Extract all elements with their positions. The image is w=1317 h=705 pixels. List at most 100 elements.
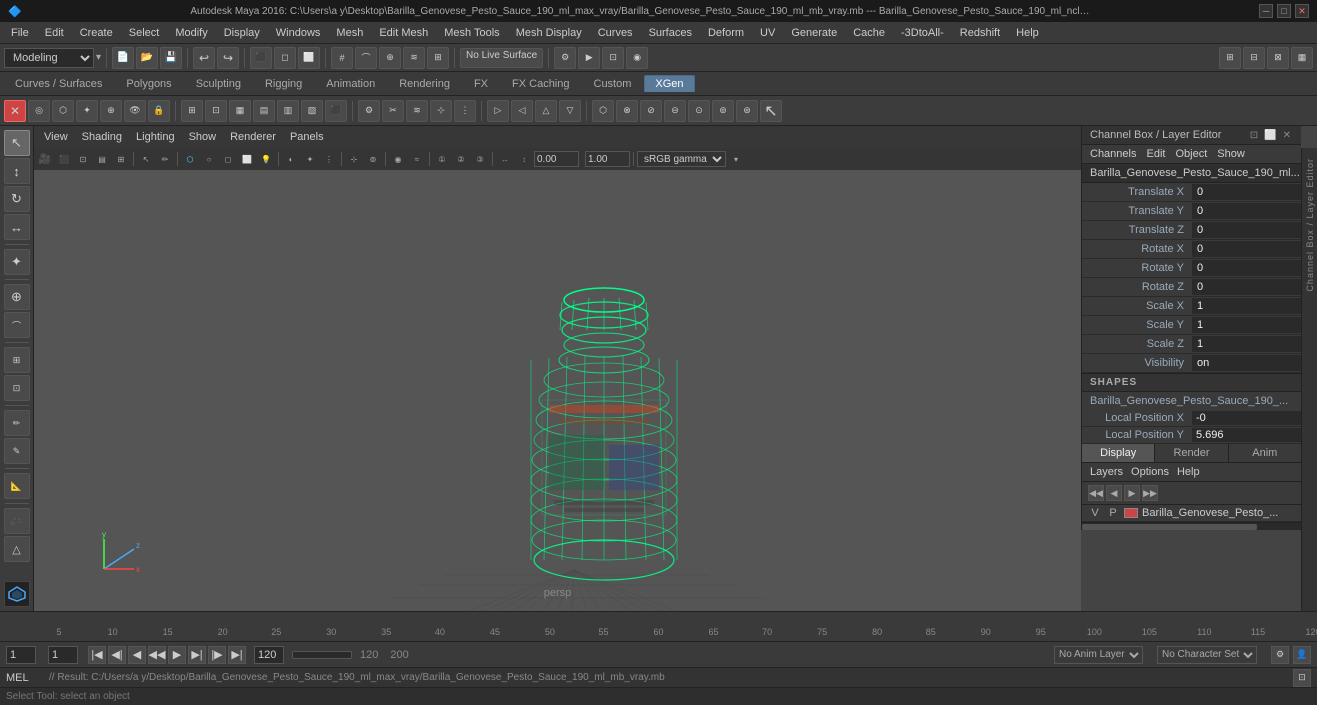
layer-icon-next-next[interactable]: ▶▶ bbox=[1142, 485, 1158, 501]
tool-icon-3[interactable]: ⬡ bbox=[52, 100, 74, 122]
tool-icon-17[interactable]: ≋ bbox=[406, 100, 428, 122]
paint-tool[interactable]: ✏ bbox=[4, 410, 30, 436]
layer-playback[interactable]: P bbox=[1106, 507, 1120, 519]
vp-menu-renderer[interactable]: Renderer bbox=[224, 130, 282, 144]
panel-ctrl-close[interactable]: ✕ bbox=[1281, 130, 1293, 141]
paint-select-button[interactable]: ⬜ bbox=[298, 47, 320, 69]
move-tool[interactable]: ↕ bbox=[4, 158, 30, 184]
ch-val-scalex[interactable]: 1 bbox=[1192, 298, 1301, 314]
layers-menu-help[interactable]: Help bbox=[1177, 466, 1200, 478]
tab-xgen[interactable]: XGen bbox=[644, 75, 694, 92]
snap-surface-button[interactable]: ≋ bbox=[403, 47, 425, 69]
ipr-button[interactable]: ◉ bbox=[626, 47, 648, 69]
snap-view-button[interactable]: ⊞ bbox=[427, 47, 449, 69]
ch-val-translatex[interactable]: 0 bbox=[1192, 184, 1301, 200]
panel-scrollbar-thumb[interactable] bbox=[1082, 524, 1257, 530]
ch-val-rotatez[interactable]: 0 bbox=[1192, 279, 1301, 295]
ch-menu-show[interactable]: Show bbox=[1217, 148, 1245, 160]
ui-layout-button-4[interactable]: ▦ bbox=[1291, 47, 1313, 69]
tab-sculpting[interactable]: Sculpting bbox=[185, 75, 252, 92]
tool-icon-9[interactable]: ⊡ bbox=[205, 100, 227, 122]
vp-hud-btn[interactable]: ⊚ bbox=[364, 150, 382, 168]
tool-icon-4[interactable]: ✦ bbox=[76, 100, 98, 122]
dra-tab-anim[interactable]: Anim bbox=[1229, 444, 1301, 462]
rotate-tool[interactable]: ↻ bbox=[4, 186, 30, 212]
menu-redshift[interactable]: Redshift bbox=[953, 25, 1007, 41]
script-mode-label[interactable]: MEL bbox=[6, 672, 41, 684]
tool-icon-6[interactable]: 👁 bbox=[124, 100, 146, 122]
menu-curves[interactable]: Curves bbox=[591, 25, 640, 41]
tool-icon-30[interactable]: ⊛ bbox=[736, 100, 758, 122]
menu-display[interactable]: Display bbox=[217, 25, 267, 41]
vp-shadow-btn[interactable]: ◐ bbox=[282, 150, 300, 168]
frame-end-input[interactable] bbox=[254, 646, 284, 664]
anim-layer-select[interactable]: No Anim Layer bbox=[1054, 646, 1143, 664]
ui-layout-button-3[interactable]: ⊠ bbox=[1267, 47, 1289, 69]
ch-val-translatey[interactable]: 0 bbox=[1192, 203, 1301, 219]
tool-icon-5[interactable]: ⊕ bbox=[100, 100, 122, 122]
select-tool[interactable]: ↖ bbox=[4, 130, 30, 156]
panel-ctrl-maximize[interactable]: ⬜ bbox=[1262, 130, 1278, 141]
render-button[interactable]: ▶ bbox=[578, 47, 600, 69]
ch-val-rotatey[interactable]: 0 bbox=[1192, 260, 1301, 276]
prev-frame-button[interactable]: ◀ bbox=[128, 646, 146, 664]
tab-animation[interactable]: Animation bbox=[315, 75, 386, 92]
lasso-select-button[interactable]: ◻ bbox=[274, 47, 296, 69]
tool-icon-7[interactable]: 🔒 bbox=[148, 100, 170, 122]
ui-layout-button-2[interactable]: ⊟ bbox=[1243, 47, 1265, 69]
annotate-tool[interactable]: ✎ bbox=[4, 438, 30, 464]
tool-icon-14[interactable]: ⬛ bbox=[325, 100, 347, 122]
vp-light-btn[interactable]: 💡 bbox=[257, 150, 275, 168]
vp-tb-safe[interactable]: ⊞ bbox=[112, 150, 130, 168]
menu-deform[interactable]: Deform bbox=[701, 25, 751, 41]
tool-icon-11[interactable]: ▤ bbox=[253, 100, 275, 122]
vp-tb-paint[interactable]: ✏ bbox=[156, 150, 174, 168]
viewport[interactable]: View Shading Lighting Show Renderer Pane… bbox=[34, 126, 1081, 611]
vp-menu-view[interactable]: View bbox=[38, 130, 74, 144]
tab-rigging[interactable]: Rigging bbox=[254, 75, 313, 92]
tool-icon-21[interactable]: ◁ bbox=[511, 100, 533, 122]
vp-menu-lighting[interactable]: Lighting bbox=[130, 130, 181, 144]
vp-isolate[interactable]: ◉ bbox=[389, 150, 407, 168]
step-back-button[interactable]: ◀| bbox=[108, 646, 126, 664]
live-surface-button[interactable]: No Live Surface bbox=[460, 48, 543, 68]
tab-curves-surfaces[interactable]: Curves / Surfaces bbox=[4, 75, 113, 92]
ch-val-rotatex[interactable]: 0 bbox=[1192, 241, 1301, 257]
play-forward-button[interactable]: ▶ bbox=[168, 646, 186, 664]
vp-xray-btn[interactable]: ✦ bbox=[301, 150, 319, 168]
ch-val-translatez[interactable]: 0 bbox=[1192, 222, 1301, 238]
menu-windows[interactable]: Windows bbox=[269, 25, 328, 41]
menu-generate[interactable]: Generate bbox=[784, 25, 844, 41]
tool-icon-27[interactable]: ⊖ bbox=[664, 100, 686, 122]
vp-wireframe-btn[interactable]: ⬡ bbox=[181, 150, 199, 168]
layers-menu-layers[interactable]: Layers bbox=[1090, 466, 1123, 478]
undo-button[interactable]: ↩ bbox=[193, 47, 215, 69]
tab-custom[interactable]: Custom bbox=[583, 75, 643, 92]
channel-scrollable[interactable]: Translate X 0 Translate Y 0 Translate Z … bbox=[1082, 183, 1301, 444]
vp-tb-select[interactable]: ↖ bbox=[137, 150, 155, 168]
local-pos-val-x[interactable]: -0 bbox=[1192, 411, 1301, 425]
frame-start-input[interactable] bbox=[48, 646, 78, 664]
show-manip[interactable]: △ bbox=[4, 536, 30, 562]
layer-visibility[interactable]: V bbox=[1088, 507, 1102, 519]
tool-icon-15[interactable]: ⚙ bbox=[358, 100, 380, 122]
vp-menu-panels[interactable]: Panels bbox=[284, 130, 330, 144]
render-settings-button[interactable]: ⚙ bbox=[554, 47, 576, 69]
character-set-select[interactable]: No Character Set bbox=[1157, 646, 1257, 664]
select-mode-button[interactable]: ⬛ bbox=[250, 47, 272, 69]
vp-aa[interactable]: ≈ bbox=[408, 150, 426, 168]
attr-tab-label[interactable]: Channel Box / Layer Editor bbox=[1303, 152, 1317, 298]
render-region-button[interactable]: ⊡ bbox=[602, 47, 624, 69]
vp-res1[interactable]: ① bbox=[433, 150, 451, 168]
vp-tb-film[interactable]: ⬛ bbox=[55, 150, 73, 168]
menu-edit-mesh[interactable]: Edit Mesh bbox=[372, 25, 435, 41]
dra-tab-render[interactable]: Render bbox=[1155, 444, 1228, 462]
timeline-slider[interactable] bbox=[292, 651, 352, 659]
next-frame-button[interactable]: ▶| bbox=[188, 646, 206, 664]
menu-surfaces[interactable]: Surfaces bbox=[642, 25, 699, 41]
vp-flat-btn[interactable]: ◻ bbox=[219, 150, 237, 168]
go-to-end-button[interactable]: ▶| bbox=[228, 646, 246, 664]
tool-icon-8[interactable]: ⊞ bbox=[181, 100, 203, 122]
soft-mod-tool[interactable]: ⊕ bbox=[4, 284, 30, 310]
vp-grid-btn[interactable]: ⊹ bbox=[345, 150, 363, 168]
